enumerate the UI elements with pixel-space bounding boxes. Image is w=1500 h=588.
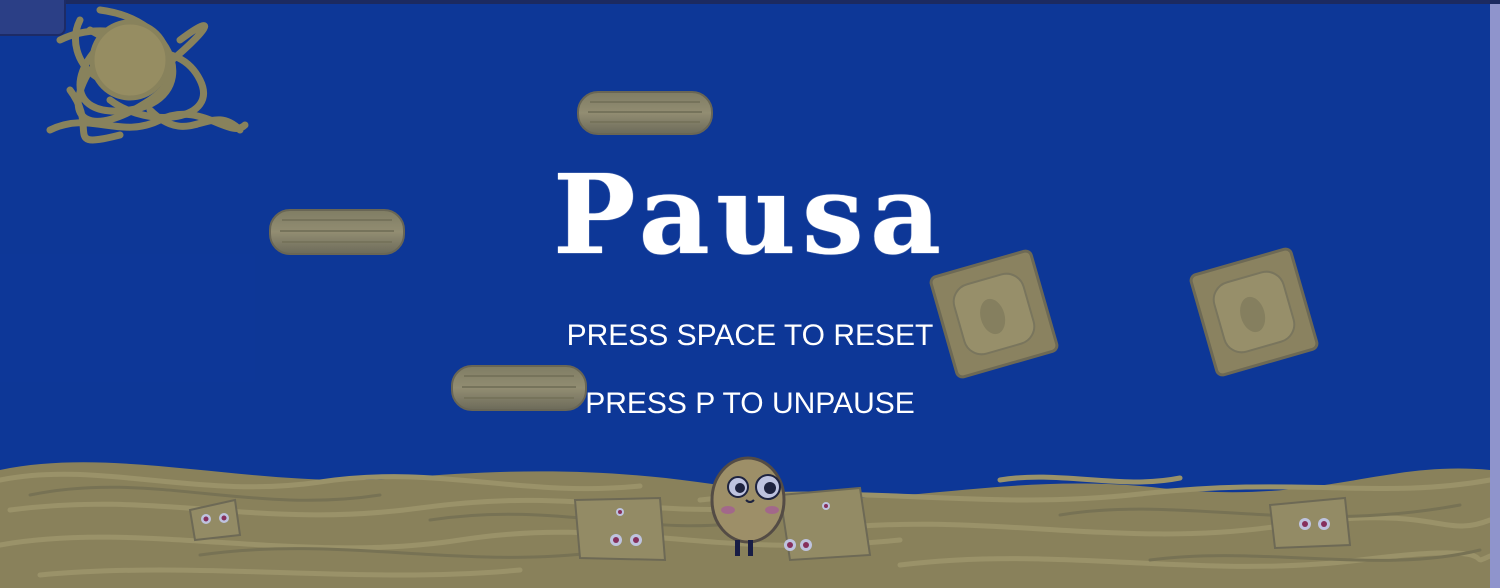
unpause-hint: PRESS P TO UNPAUSE [585,387,915,420]
scrollbar[interactable] [1490,4,1500,588]
game-stage[interactable]: Pausa PRESS SPACE TO RESET PRESS P TO UN… [0,0,1500,588]
pasta-enemy-3 [778,486,872,562]
corner-tab[interactable] [0,0,66,36]
pasta-platform-top [577,91,713,135]
reset-hint: PRESS SPACE TO RESET [566,319,934,352]
window-top-edge [0,0,1500,4]
pasta-enemy-2 [573,496,667,562]
game-scene [0,6,1493,588]
pasta-enemy-4 [1268,496,1352,550]
spaghetti-nest [46,6,249,144]
pause-title: Pausa [552,150,948,279]
